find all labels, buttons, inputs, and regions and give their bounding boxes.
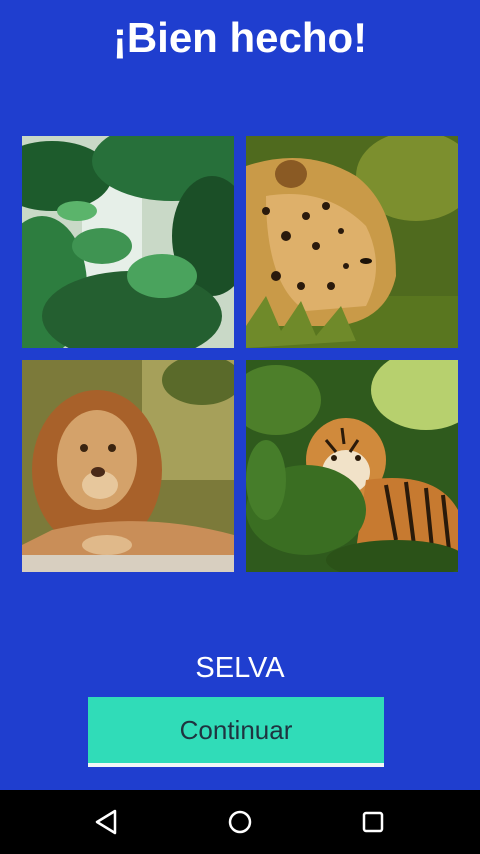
- lion-photo: [22, 360, 234, 572]
- home-icon[interactable]: [220, 804, 260, 840]
- continue-button[interactable]: Continuar: [88, 697, 384, 767]
- answer-word: SELVA: [195, 652, 285, 684]
- image-grid: [22, 136, 459, 573]
- recent-apps-icon[interactable]: [353, 804, 393, 840]
- tiger-photo: [246, 360, 458, 572]
- back-icon[interactable]: [86, 804, 126, 840]
- jungle-photo: [22, 136, 234, 348]
- navigation-bar: [0, 790, 480, 854]
- page-title: ¡Bien hecho!: [112, 14, 368, 61]
- jaguar-photo: [246, 136, 458, 348]
